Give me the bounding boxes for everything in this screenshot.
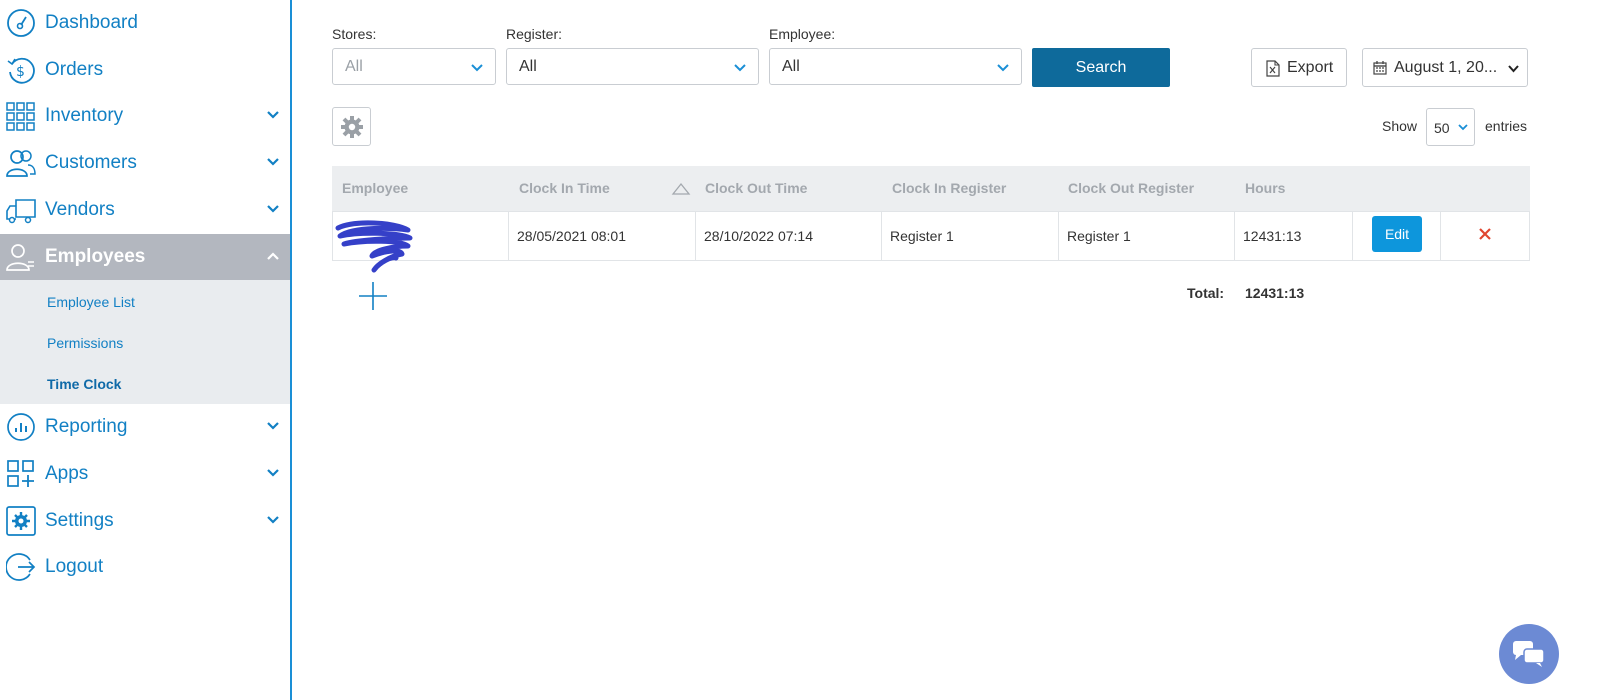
col-hours[interactable]: Hours — [1245, 180, 1285, 196]
cell-divider — [1440, 211, 1441, 261]
page-size-value: 50 — [1434, 120, 1450, 136]
submenu-permissions[interactable]: Permissions — [47, 335, 123, 351]
col-clock-out-register[interactable]: Clock Out Register — [1068, 180, 1194, 196]
nav-dashboard-label: Dashboard — [45, 12, 138, 33]
nav-dashboard[interactable]: Dashboard — [0, 0, 290, 46]
cell-clock-in-time: 28/05/2021 08:01 — [517, 228, 626, 244]
search-button[interactable]: Search — [1032, 48, 1170, 87]
cell-hours: 12431:13 — [1243, 228, 1302, 244]
chart-icon — [7, 413, 35, 441]
nav-settings-label: Settings — [45, 510, 114, 531]
nav-employees[interactable]: Employees — [0, 234, 290, 280]
nav-settings[interactable]: Settings — [0, 498, 290, 544]
col-employee[interactable]: Employee — [342, 180, 408, 196]
col-clock-out-time[interactable]: Clock Out Time — [705, 180, 807, 196]
employee-select[interactable]: All — [769, 48, 1022, 85]
nav-vendors[interactable]: Vendors — [0, 187, 290, 233]
col-clock-in-time[interactable]: Clock In Time — [519, 180, 610, 196]
chat-widget-button[interactable] — [1499, 624, 1559, 684]
chat-icon — [1513, 641, 1545, 667]
stores-label: Stores: — [332, 26, 377, 42]
chevron-down-icon — [267, 469, 279, 477]
dashboard-icon — [7, 9, 35, 37]
orders-dollar-icon: $ — [7, 57, 35, 84]
apps-icon — [7, 460, 34, 487]
nav-vendors-label: Vendors — [45, 199, 115, 220]
export-label: Export — [1287, 59, 1334, 76]
column-settings-button[interactable] — [332, 107, 371, 146]
chevron-down-icon — [734, 64, 746, 72]
delete-icon[interactable] — [1478, 227, 1492, 241]
nav-logout[interactable]: Logout — [0, 544, 290, 590]
cell-divider — [1234, 211, 1235, 261]
register-label: Register: — [506, 26, 563, 42]
excel-file-icon — [1266, 60, 1280, 77]
nav-reporting-label: Reporting — [45, 416, 128, 437]
cell-clock-out-register: Register 1 — [1067, 228, 1131, 244]
logout-icon — [6, 553, 36, 581]
chevron-down-icon — [267, 516, 279, 524]
cell-clock-in-register: Register 1 — [890, 228, 954, 244]
add-entry-icon[interactable] — [357, 280, 389, 312]
nav-orders-label: Orders — [45, 59, 104, 80]
chevron-down-icon — [1508, 65, 1519, 73]
grid-icon — [6, 102, 35, 131]
show-label: Show — [1382, 118, 1418, 134]
chevron-down-icon — [1458, 124, 1468, 131]
chevron-down-icon — [267, 158, 279, 166]
col-clock-in-register[interactable]: Clock In Register — [892, 180, 1006, 196]
stores-select[interactable]: All — [332, 48, 496, 85]
employee-select-value: All — [782, 58, 800, 75]
date-range-label: August 1, 20... — [1394, 59, 1498, 76]
employee-label: Employee: — [769, 26, 836, 42]
page-size-select[interactable]: 50 — [1426, 108, 1475, 146]
calendar-icon — [1373, 61, 1387, 75]
export-button[interactable]: Export — [1251, 48, 1347, 87]
cell-divider — [508, 211, 509, 261]
cell-divider — [881, 211, 882, 261]
truck-icon — [6, 199, 36, 224]
nav-inventory-label: Inventory — [45, 105, 124, 126]
date-range-picker[interactable]: August 1, 20... — [1362, 48, 1528, 87]
cell-divider — [1058, 211, 1059, 261]
svg-text:$: $ — [16, 64, 25, 80]
sort-ascending-icon[interactable] — [671, 182, 691, 196]
nav-customers-label: Customers — [45, 152, 137, 173]
chevron-down-icon — [997, 64, 1009, 72]
chevron-down-icon — [471, 64, 483, 72]
submenu-employee-list[interactable]: Employee List — [47, 294, 135, 310]
total-label: Total: — [1187, 285, 1225, 301]
nav-logout-label: Logout — [45, 556, 104, 577]
chevron-down-icon — [267, 205, 279, 213]
nav-customers[interactable]: Customers — [0, 140, 290, 186]
entries-label: entries — [1485, 118, 1528, 134]
nav-apps[interactable]: Apps — [0, 451, 290, 497]
sidebar: Dashboard $ Orders Inventory Customers V… — [0, 0, 292, 700]
employees-submenu: Employee List Permissions Time Clock — [0, 280, 290, 404]
edit-button[interactable]: Edit — [1372, 216, 1422, 252]
cell-divider — [1352, 211, 1353, 261]
total-value: 12431:13 — [1245, 285, 1305, 301]
register-select-value: All — [519, 58, 537, 75]
gear-icon — [6, 506, 36, 536]
nav-orders[interactable]: $ Orders — [0, 47, 290, 93]
customers-icon — [6, 150, 36, 177]
stores-select-value: All — [345, 58, 363, 75]
register-select[interactable]: All — [506, 48, 759, 85]
nav-apps-label: Apps — [45, 463, 89, 484]
chevron-down-icon — [267, 422, 279, 430]
nav-reporting[interactable]: Reporting — [0, 404, 290, 450]
nav-employees-label: Employees — [45, 246, 146, 267]
redaction-scribble — [335, 220, 413, 273]
submenu-time-clock[interactable]: Time Clock — [47, 376, 121, 392]
cell-clock-out-time: 28/10/2022 07:14 — [704, 228, 813, 244]
chevron-down-icon — [267, 111, 279, 119]
employees-icon — [6, 244, 34, 271]
chevron-up-icon — [267, 252, 279, 260]
cell-divider — [695, 211, 696, 261]
gear-icon — [341, 116, 363, 138]
nav-inventory[interactable]: Inventory — [0, 93, 290, 139]
